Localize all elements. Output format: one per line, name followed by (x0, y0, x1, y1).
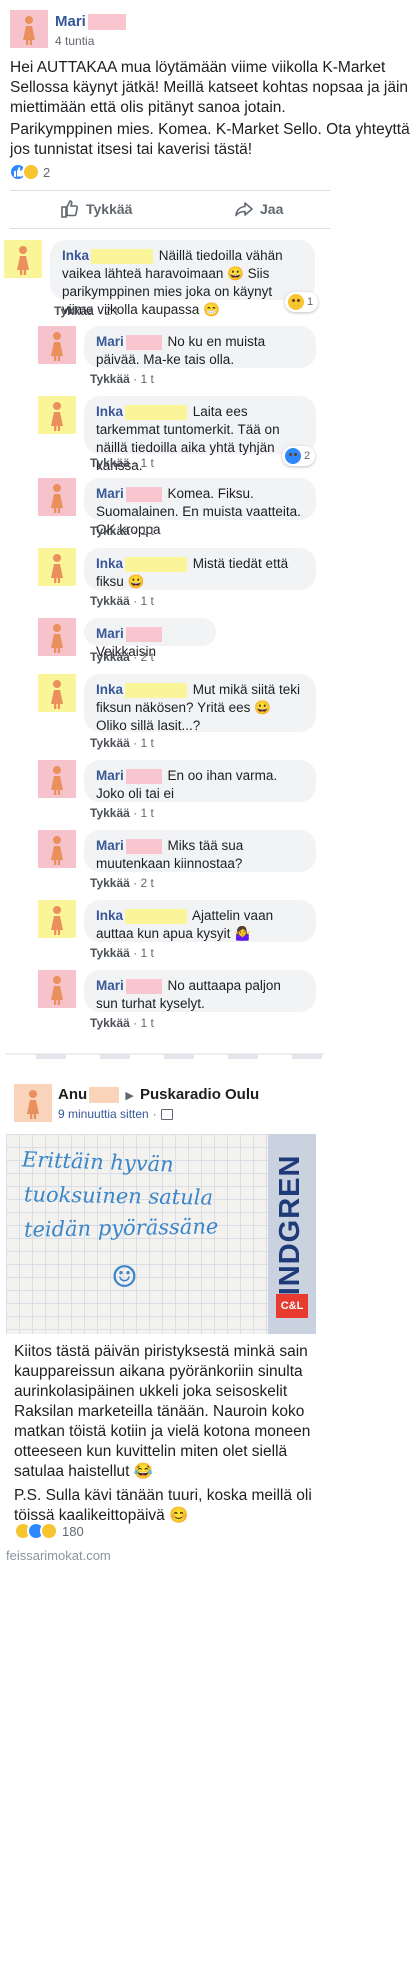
photo-handwritten-note[interactable]: Erittäin hyvän tuoksuinen satula teidän … (6, 1134, 316, 1334)
comment-actions: Tykkää · 2 t (54, 304, 118, 318)
caret-right-icon: ▶ (125, 1090, 134, 1102)
person-icon (51, 624, 63, 653)
comment-avatar[interactable] (38, 674, 76, 712)
name-redaction (87, 14, 126, 31)
laughing-emoji-icon (288, 294, 304, 310)
handwriting-line: tuoksuinen satula (23, 1182, 214, 1210)
share-button[interactable]: Jaa (234, 198, 283, 220)
comment-avatar[interactable] (38, 396, 76, 434)
action-divider-top (10, 190, 330, 191)
group-privacy-icon (160, 1108, 173, 1120)
comment-actions: Tykkää · 1 t (90, 806, 154, 820)
person-icon (51, 836, 63, 865)
author-avatar[interactable] (14, 1084, 52, 1122)
comment-avatar[interactable] (4, 240, 42, 278)
share-arrow-icon (235, 202, 253, 217)
comment-actions: Tykkää · 2 t (90, 650, 154, 664)
thumbs-up-icon (61, 200, 79, 218)
action-divider-bottom (10, 228, 330, 229)
comment-avatar[interactable] (38, 760, 76, 798)
comment-bubble: Inka Ajattelin vaan auttaa kun apua kysy… (84, 900, 316, 942)
comment-bubble: Inka Mut mikä siitä teki fiksun näkösen?… (84, 674, 316, 733)
post-paragraph-2: Parikymppinen mies. Komea. K-Market Sell… (10, 121, 410, 158)
post2-paragraph-1: Kiitos tästä päivän piristyksestä minkä … (14, 1343, 311, 1480)
comment-avatar[interactable] (38, 618, 76, 656)
post2-paragraph-2: P.S. Sulla kävi tänään tuuri, koska meil… (14, 1487, 312, 1524)
person-icon (51, 554, 63, 583)
handwriting-line: teidän pyörässäne (23, 1214, 219, 1242)
comment-bubble: Mari En oo ihan varma. Joko oli tai ei (84, 760, 316, 802)
name-redaction (89, 1087, 120, 1104)
name-redaction (125, 334, 162, 350)
person-icon (51, 402, 63, 431)
comment-avatar[interactable] (38, 970, 76, 1008)
comment-bubble: Inka Näillä tiedoilla vähän vaikea lähte… (50, 240, 315, 317)
person-icon (51, 484, 63, 513)
comment-bubble: Mari Veikkaisin (84, 618, 216, 659)
name-redaction (125, 404, 188, 420)
wow-reaction-icon[interactable] (40, 1522, 58, 1540)
meta-separator: · (152, 1107, 157, 1121)
group-name[interactable]: Puskaradio Oulu (140, 1086, 259, 1103)
brand-logo: LINDGREN (274, 1154, 306, 1314)
comment-actions: Tykkää · 1 t (90, 524, 154, 538)
author-name[interactable]: Mari (55, 13, 126, 31)
name-redaction (125, 978, 162, 994)
person-icon (51, 766, 63, 795)
comment-actions: Tykkää · 1 t (90, 372, 154, 386)
comment-bubble: Inka Laita ees tarkemmat tuntomerkit. Tä… (84, 396, 316, 473)
comment-actions: Tykkää · 1 t (90, 594, 154, 608)
torn-separator (6, 1053, 324, 1059)
person-icon (51, 680, 63, 709)
like-reaction-icon (285, 448, 301, 464)
smiley-drawing: ☺ (111, 1260, 138, 1295)
comment-actions: Tykkää · 1 t (90, 736, 154, 750)
author-avatar[interactable] (10, 10, 48, 48)
post2-header: Anu ▶ Puskaradio Oulu (58, 1086, 260, 1104)
post2-time[interactable]: 9 minuuttia sitten (58, 1107, 149, 1121)
comment-avatar[interactable] (38, 900, 76, 938)
comment-reaction-badge[interactable]: 2 (282, 446, 316, 466)
post-time[interactable]: 4 tuntia (55, 34, 94, 48)
name-redaction (125, 838, 162, 854)
name-redaction (91, 248, 154, 264)
comment-avatar[interactable] (38, 478, 76, 516)
comment-bubble: Mari Komea. Fiksu. Suomalainen. En muist… (84, 478, 316, 537)
comment-actions: Tykkää · 2 t (90, 876, 154, 890)
comment-avatar[interactable] (38, 830, 76, 868)
person-icon (23, 16, 35, 45)
person-icon (17, 246, 29, 275)
comment-avatar[interactable] (38, 548, 76, 586)
name-redaction (125, 626, 162, 642)
person-icon (51, 976, 63, 1005)
person-icon (51, 906, 63, 935)
comment-avatar[interactable] (38, 326, 76, 364)
name-redaction (125, 486, 162, 502)
post2-meta: 9 minuuttia sitten · (58, 1107, 173, 1121)
post-reaction-count[interactable]: 2 (43, 165, 50, 180)
name-redaction (125, 768, 162, 784)
comment-bubble: Inka Mistä tiedät että fiksu 😀 (84, 548, 316, 590)
comment-actions: Tykkää · 1 t (90, 456, 154, 470)
handwriting-line: Erittäin hyvän (21, 1147, 175, 1177)
comment-actions: Tykkää · 1 t (90, 946, 154, 960)
person-icon (51, 332, 63, 361)
comment-bubble: Mari Miks tää sua muutenkaan kiinnostaa? (84, 830, 316, 872)
brand-small-logo: C&L (276, 1294, 308, 1318)
comment-bubble: Mari No ku en muista päivää. Ma-ke tais … (84, 326, 316, 368)
name-redaction (125, 908, 188, 924)
comment-actions: Tykkää · 1 t (90, 1016, 154, 1030)
comment-reaction-badge[interactable]: 1 (285, 292, 319, 312)
name-redaction (125, 682, 188, 698)
watermark: feissarimokat.com (6, 1548, 111, 1563)
name-redaction (125, 556, 188, 572)
post-paragraph-1: Hei AUTTAKAA mua löytämään viime viikoll… (10, 59, 409, 116)
post2-reaction-count[interactable]: 180 (62, 1524, 84, 1539)
person-icon (27, 1090, 39, 1119)
haha-reaction-icon[interactable] (22, 163, 40, 181)
like-button[interactable]: Tykkää (60, 198, 132, 220)
comment-bubble: Mari No auttaapa paljon sun turhat kysel… (84, 970, 316, 1012)
brand-strip: LINDGREN C&L (268, 1134, 316, 1334)
